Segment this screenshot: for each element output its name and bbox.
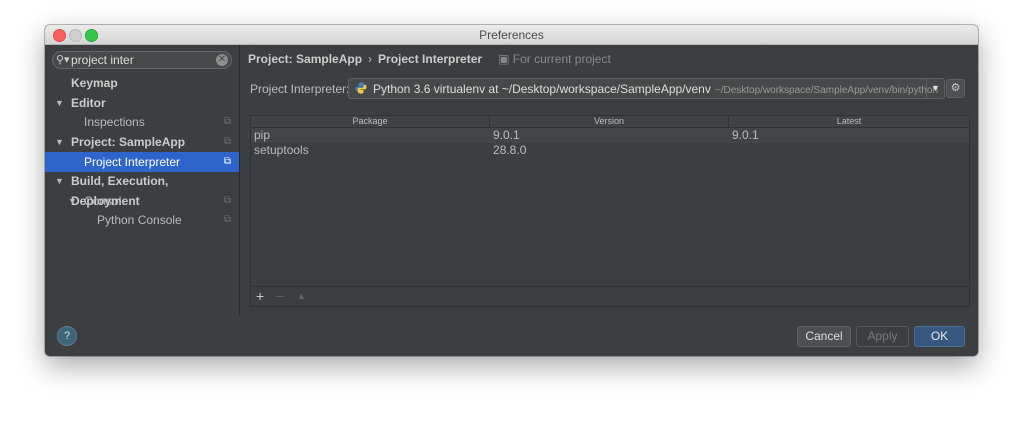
expand-arrow-icon[interactable]: ▼ — [55, 93, 64, 113]
sidebar-item-label: Editor — [71, 96, 106, 110]
sidebar-item-inspections[interactable]: Inspections ⧉ — [45, 112, 239, 132]
remove-package-icon[interactable]: − — [276, 288, 284, 304]
interpreter-settings-button[interactable]: ⚙ — [946, 79, 965, 98]
sidebar-item-label: Inspections — [84, 115, 145, 129]
settings-search-field[interactable]: ⚲▾ project inter ✕ — [52, 51, 232, 69]
settings-search-input[interactable]: project inter — [71, 53, 134, 67]
table-header: Package Version Latest — [251, 116, 969, 128]
python-icon — [355, 82, 367, 94]
sidebar-item-label: Python Console — [97, 213, 182, 227]
title-bar: Preferences — [45, 25, 978, 45]
apply-button[interactable]: Apply — [856, 326, 909, 347]
gear-icon: ⚙ — [950, 82, 961, 94]
sidebar-item-python-console[interactable]: Python Console ⧉ — [45, 210, 239, 230]
table-row[interactable]: setuptools 28.8.0 — [251, 143, 969, 158]
add-package-icon[interactable]: + — [256, 288, 264, 304]
scope-note-label: For current project — [512, 52, 611, 66]
sidebar-item-keymap[interactable]: Keymap — [45, 73, 239, 93]
table-toolbar: + − ▲ — [251, 286, 969, 307]
sidebar-item-console[interactable]: ▼ Console ⧉ — [45, 191, 239, 211]
chevron-down-icon[interactable]: ▼ — [926, 79, 944, 98]
interpreter-name: Python 3.6 virtualenv at ~/Desktop/works… — [373, 82, 711, 96]
expand-arrow-icon[interactable]: ▼ — [68, 191, 77, 211]
dialog-footer: ? Cancel Apply OK — [45, 316, 978, 356]
settings-content-panel: Project: SampleApp › Project Interpreter ▣ … — [240, 45, 978, 316]
column-header-latest[interactable]: Latest — [729, 116, 969, 127]
package-name: setuptools — [254, 143, 309, 157]
interpreter-label: Project Interpreter: — [250, 82, 350, 96]
project-scope-icon: ▣ — [498, 52, 510, 66]
window-title: Preferences — [479, 28, 544, 42]
clear-search-icon[interactable]: ✕ — [216, 54, 228, 66]
project-scope-icon: ⧉ — [223, 214, 231, 225]
column-header-version[interactable]: Version — [490, 116, 729, 127]
breadcrumb-current: Project Interpreter — [378, 52, 483, 66]
project-scope-icon: ⧉ — [223, 136, 231, 147]
breadcrumb: Project: SampleApp › Project Interpreter ▣ … — [248, 52, 611, 66]
package-name: pip — [254, 128, 271, 142]
sidebar-item-project-sampleapp[interactable]: ▼ Project: SampleApp ⧉ — [45, 132, 239, 152]
sidebar-item-editor[interactable]: ▼ Editor — [45, 93, 239, 113]
expand-arrow-icon[interactable]: ▼ — [55, 171, 64, 191]
search-icon[interactable]: ⚲▾ — [56, 53, 70, 66]
project-scope-icon: ⧉ — [223, 195, 231, 206]
column-header-package[interactable]: Package — [251, 116, 490, 127]
sidebar-item-label: Keymap — [71, 76, 118, 90]
expand-arrow-icon[interactable]: ▼ — [55, 132, 64, 152]
project-scope-icon: ⧉ — [223, 156, 231, 167]
preferences-window: Preferences ⚲▾ project inter ✕ Keymap ▼ … — [45, 25, 978, 356]
breadcrumb-separator-icon: › — [368, 52, 373, 66]
package-version: 9.0.1 — [493, 128, 520, 142]
breadcrumb-root: Project: SampleApp — [248, 52, 363, 66]
sidebar-item-label: Project: SampleApp — [71, 135, 186, 149]
sidebar-item-build-execution-deployment[interactable]: ▼ Build, Execution, Deployment — [45, 171, 239, 208]
interpreter-path: ~/Desktop/workspace/SampleApp/venv/bin/p… — [714, 85, 939, 96]
interpreter-selected-value: Python 3.6 virtualenv at ~/Desktop/works… — [373, 82, 938, 96]
sidebar-item-project-interpreter[interactable]: Project Interpreter ⧉ — [45, 152, 239, 172]
sidebar-item-label: Console — [84, 194, 129, 208]
cancel-button[interactable]: Cancel — [797, 326, 851, 347]
ok-button[interactable]: OK — [914, 326, 965, 347]
upgrade-package-icon[interactable]: ▲ — [297, 291, 306, 301]
package-latest: 9.0.1 — [732, 128, 759, 142]
help-button[interactable]: ? — [57, 326, 77, 346]
settings-sidebar: ⚲▾ project inter ✕ Keymap ▼ Editor Inspe… — [45, 45, 240, 316]
packages-table: Package Version Latest pip 9.0.1 9.0.1 s… — [250, 115, 970, 307]
project-scope-icon: ⧉ — [223, 116, 231, 127]
package-version: 28.8.0 — [493, 143, 527, 157]
sidebar-item-label: Project Interpreter — [84, 155, 181, 169]
scope-note: ▣ For current project — [498, 52, 611, 66]
table-row[interactable]: pip 9.0.1 9.0.1 — [251, 128, 969, 143]
interpreter-select[interactable]: Python 3.6 virtualenv at ~/Desktop/works… — [348, 78, 945, 99]
